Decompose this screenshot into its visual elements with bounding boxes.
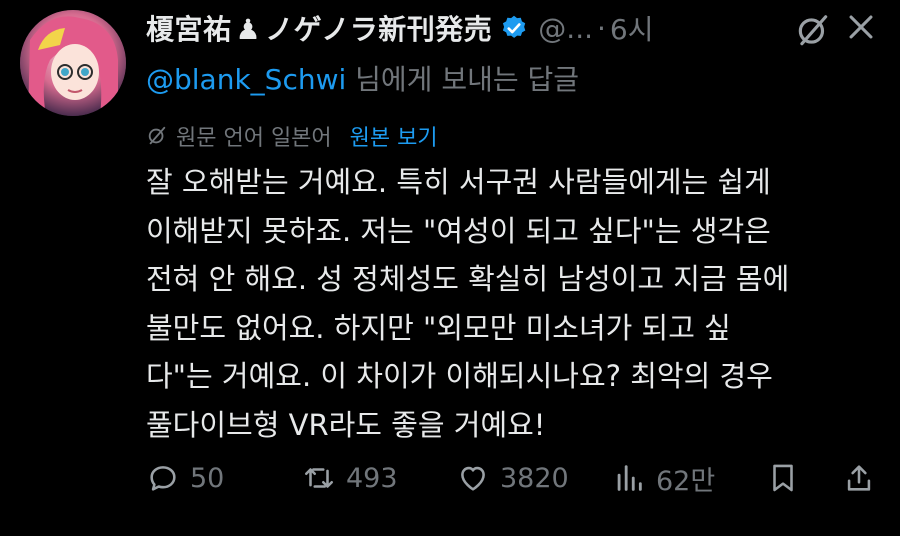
post-line: 잘 오해받는 거예요. 특히 서구권 사람들에게는 쉽게 — [146, 165, 771, 199]
reply-text: 님에게 보내는 답글 — [346, 63, 580, 96]
post-header: 榎宮祐 ♟ ノゲノラ新刊発売 @... · 6시 — [146, 8, 880, 48]
translation-bar: 원문 언어 일본어 원본 보기 — [146, 120, 438, 152]
verified-icon — [503, 15, 526, 38]
reply-button[interactable]: 50 — [146, 456, 224, 500]
translate-icon — [148, 126, 166, 145]
post-line: 다"는 거예요. 이 차이가 이해되시나요? 최악의 경우 — [146, 359, 773, 393]
post-line: 풀다이브형 VR라도 좋을 거예요! — [146, 407, 546, 442]
views-count: 62만 — [656, 465, 716, 497]
post-time[interactable]: 6시 — [610, 8, 654, 48]
reply-mention[interactable]: @blank_Schwi — [146, 63, 346, 96]
display-name-suffix: ノゲノラ新刊発売 — [265, 13, 493, 46]
view-original-link[interactable]: 원본 보기 — [350, 120, 438, 152]
like-count: 3820 — [500, 462, 569, 494]
post-line: 불만도 없어요. 하지만 "외모만 미소녀가 되고 싶 — [146, 310, 731, 345]
repost-count: 493 — [346, 462, 398, 494]
time-separator: · — [597, 11, 606, 45]
avatar[interactable] — [20, 10, 126, 116]
handle[interactable]: @... — [538, 12, 593, 45]
post-line: 전혀 안 해요. 성 정체성도 확실히 남성이고 지금 몸에 — [146, 262, 790, 296]
bookmark-button[interactable] — [766, 456, 810, 500]
display-name-text: 榎宮祐 — [146, 13, 232, 46]
display-name[interactable]: 榎宮祐 ♟ ノゲノラ新刊発売 — [146, 8, 492, 48]
action-bar: 50 493 3820 62만 — [146, 456, 886, 500]
translation-label: 원문 언어 일본어 — [176, 126, 332, 151]
bookmark-icon — [773, 464, 793, 492]
pawn-icon: ♟ — [235, 13, 262, 46]
grok-icon[interactable] — [794, 12, 832, 50]
views-icon — [617, 465, 642, 491]
repost-icon — [304, 468, 334, 488]
reply-icon — [150, 466, 176, 491]
like-button[interactable]: 3820 — [456, 456, 569, 500]
reply-count: 50 — [190, 462, 225, 494]
replying-to: @blank_Schwi 님에게 보내는 답글 — [146, 58, 579, 98]
share-icon — [847, 465, 871, 491]
share-button[interactable] — [842, 456, 886, 500]
post-line: 이해받지 못하죠. 저는 "여성이 되고 싶다"는 생각은 — [146, 213, 771, 248]
post-body: 잘 오해받는 거예요. 특히 서구권 사람들에게는 쉽게 이해받지 못하죠. 저… — [146, 158, 876, 449]
more-icon[interactable] — [844, 10, 878, 44]
avatar-image — [20, 10, 126, 116]
views-button[interactable]: 62만 — [612, 456, 715, 500]
like-icon — [461, 466, 485, 491]
repost-button[interactable]: 493 — [302, 456, 398, 500]
